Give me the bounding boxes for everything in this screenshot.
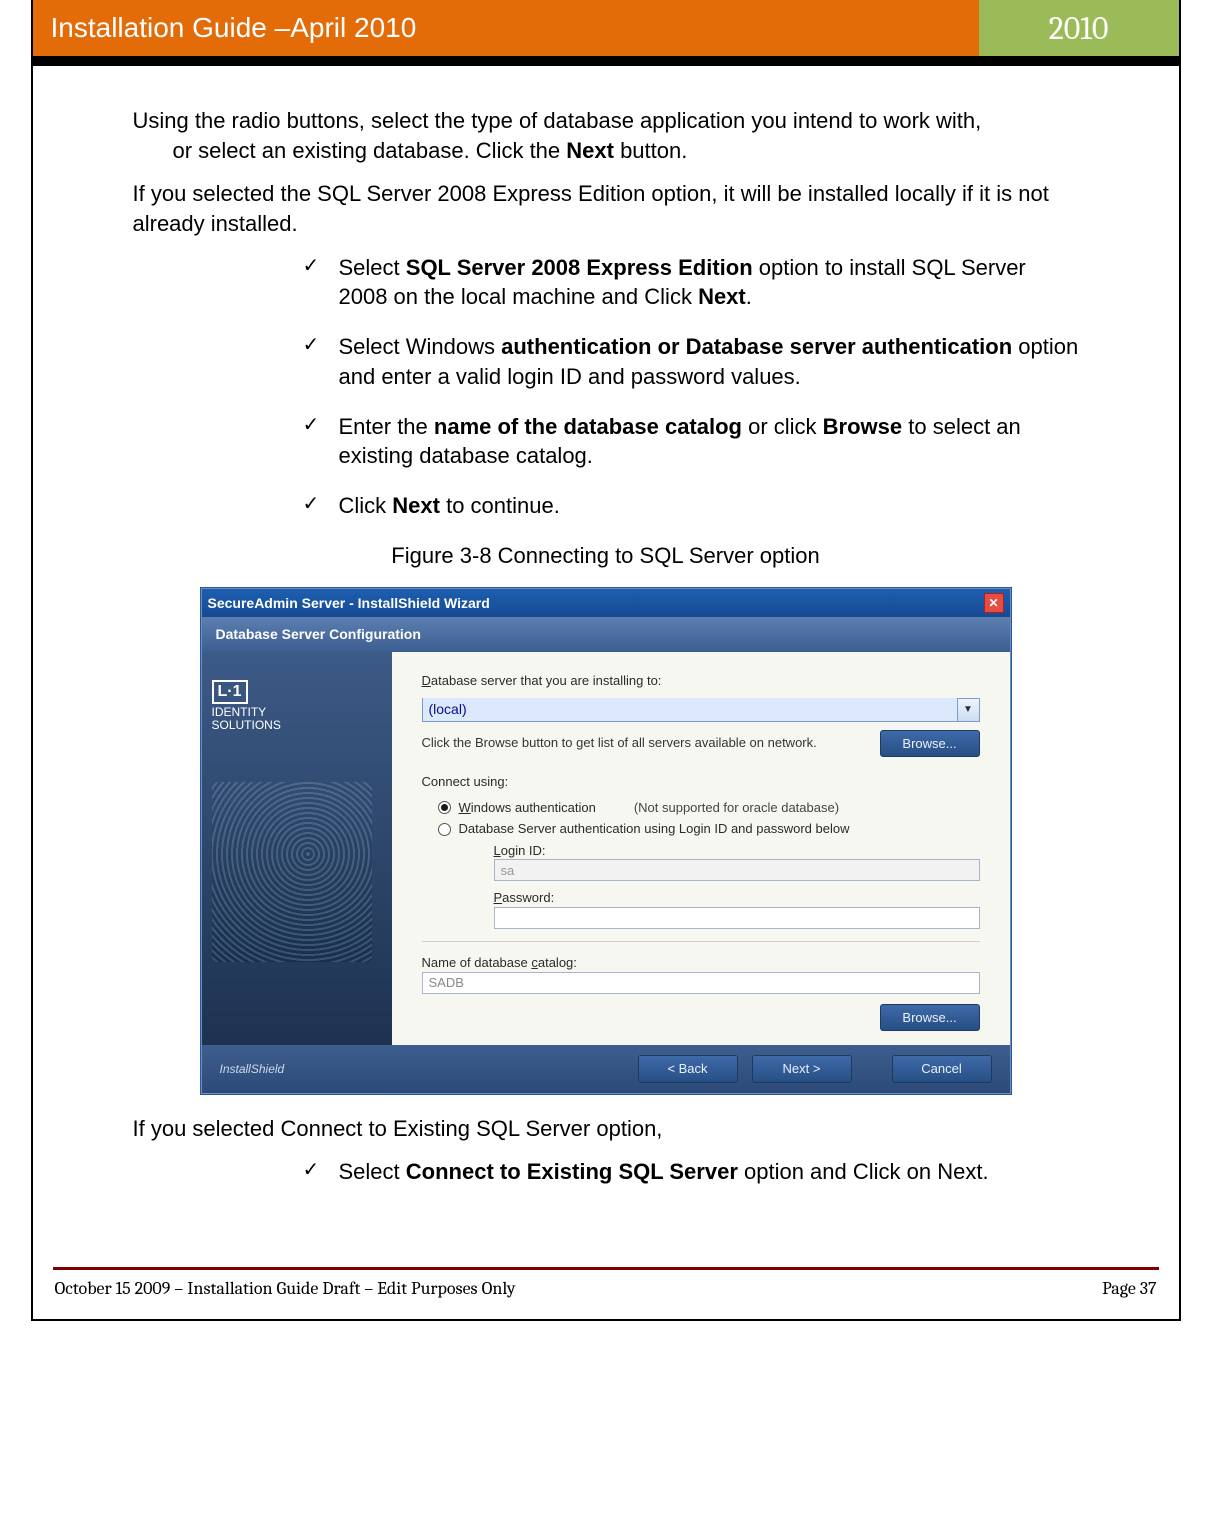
radio-label: indows authentication — [471, 800, 596, 815]
installshield-dialog: SecureAdmin Server - InstallShield Wizar… — [201, 588, 1011, 1093]
figure-caption: Figure 3-8 Connecting to SQL Server opti… — [133, 541, 1079, 571]
text: Select Windows — [339, 334, 502, 359]
text: atabase server that you are installing t… — [431, 673, 662, 688]
dialog-title: SecureAdmin Server - InstallShield Wizar… — [208, 594, 984, 613]
bold: SQL Server 2008 Express Edition — [406, 255, 753, 280]
page: Installation Guide –April 2010 2010 Usin… — [31, 0, 1181, 1321]
logo-text: SOLUTIONS — [212, 718, 281, 732]
server-value: (local) — [423, 698, 957, 721]
server-combobox[interactable]: (local) ▼ — [422, 698, 980, 722]
text: Using the radio buttons, select the type… — [133, 108, 982, 133]
dialog-titlebar: SecureAdmin Server - InstallShield Wizar… — [202, 589, 1010, 617]
close-icon[interactable]: ✕ — [984, 593, 1004, 613]
next-button[interactable]: Next > — [752, 1055, 852, 1083]
dialog-body: L·1 IDENTITY SOLUTIONS Database server t… — [202, 652, 1010, 1045]
chevron-down-icon[interactable]: ▼ — [957, 699, 979, 721]
logo-text: IDENTITY — [212, 705, 267, 719]
page-header: Installation Guide –April 2010 2010 — [33, 0, 1179, 56]
login-input[interactable] — [494, 859, 980, 881]
radio-icon — [438, 801, 451, 814]
text: Select — [339, 1159, 406, 1184]
footer-right: Page 37 — [1102, 1278, 1156, 1299]
server-label: Database server that you are installing … — [422, 672, 980, 690]
checklist-item: Click Next to continue. — [303, 491, 1079, 521]
login-block: Login ID: Password: — [494, 842, 980, 929]
footer-left: October 15 2009 – Installation Guide Dra… — [55, 1278, 516, 1299]
catalog-label: Name of database catalog: — [422, 954, 980, 972]
radio-label: Database Server authentication using Log… — [459, 820, 850, 838]
footer-rule — [53, 1267, 1159, 1270]
radio-windows-auth[interactable]: Windows authentication (Not supported fo… — [438, 799, 980, 817]
cancel-button[interactable]: Cancel — [892, 1055, 992, 1083]
auth-radio-group: Windows authentication (Not supported fo… — [438, 799, 980, 929]
checklist-item: Select Connect to Existing SQL Server op… — [303, 1157, 1079, 1187]
body-content: Using the radio buttons, select the type… — [33, 66, 1179, 1227]
paragraph-after-figure: If you selected Connect to Existing SQL … — [133, 1114, 1079, 1144]
text: option and Click on Next. — [738, 1159, 989, 1184]
paragraph-intro: Using the radio buttons, select the type… — [133, 106, 1079, 165]
text: or click — [742, 414, 823, 439]
logo-mark: L·1 — [212, 680, 248, 704]
checklist: Select SQL Server 2008 Express Edition o… — [303, 253, 1079, 521]
text: button. — [614, 138, 687, 163]
login-label: Login ID: — [494, 842, 980, 860]
separator — [422, 941, 980, 942]
text: Select — [339, 255, 406, 280]
checklist-item: Select SQL Server 2008 Express Edition o… — [303, 253, 1079, 312]
bold-next: Next — [566, 138, 614, 163]
bold: Browse — [823, 414, 902, 439]
text: or select an existing database. Click th… — [173, 138, 567, 163]
bold: Connect to Existing SQL Server — [406, 1159, 738, 1184]
password-input[interactable] — [494, 907, 980, 929]
browse-catalog-button[interactable]: Browse... — [880, 1004, 980, 1032]
bold: authentication or Database server authen… — [501, 334, 1012, 359]
text: Click — [339, 493, 393, 518]
header-title: Installation Guide –April 2010 — [33, 0, 979, 56]
browse-hint: Click the Browse button to get list of a… — [422, 734, 870, 752]
radio-note: (Not supported for oracle database) — [634, 799, 839, 817]
page-footer: October 15 2009 – Installation Guide Dra… — [33, 1278, 1179, 1309]
fingerprint-graphic — [212, 782, 372, 962]
password-label: Password: — [494, 889, 980, 907]
radio-db-auth[interactable]: Database Server authentication using Log… — [438, 820, 980, 838]
dialog-form: Database server that you are installing … — [392, 652, 1010, 1045]
vendor-logo: L·1 IDENTITY SOLUTIONS — [212, 680, 382, 732]
checklist-item: Select Windows authentication or Databas… — [303, 332, 1079, 391]
paragraph-sql-note: If you selected the SQL Server 2008 Expr… — [133, 179, 1079, 238]
installshield-label: InstallShield — [220, 1061, 340, 1077]
connect-using-label: Connect using: — [422, 773, 980, 791]
checklist-item: Enter the name of the database catalog o… — [303, 412, 1079, 471]
text: Enter the — [339, 414, 434, 439]
bold: name of the database catalog — [434, 414, 742, 439]
radio-icon — [438, 823, 451, 836]
dialog-sidebar: L·1 IDENTITY SOLUTIONS — [202, 652, 392, 1045]
text: to continue. — [440, 493, 560, 518]
text: . — [746, 284, 752, 309]
browse-servers-button[interactable]: Browse... — [880, 730, 980, 758]
header-divider — [33, 56, 1179, 66]
header-year: 2010 — [979, 0, 1179, 56]
checklist-2: Select Connect to Existing SQL Server op… — [303, 1157, 1079, 1187]
bold: Next — [392, 493, 440, 518]
dialog-subtitle: Database Server Configuration — [202, 617, 1010, 652]
bold: Next — [698, 284, 746, 309]
catalog-input[interactable] — [422, 972, 980, 994]
back-button[interactable]: < Back — [638, 1055, 738, 1083]
dialog-button-bar: InstallShield < Back Next > Cancel — [202, 1045, 1010, 1093]
